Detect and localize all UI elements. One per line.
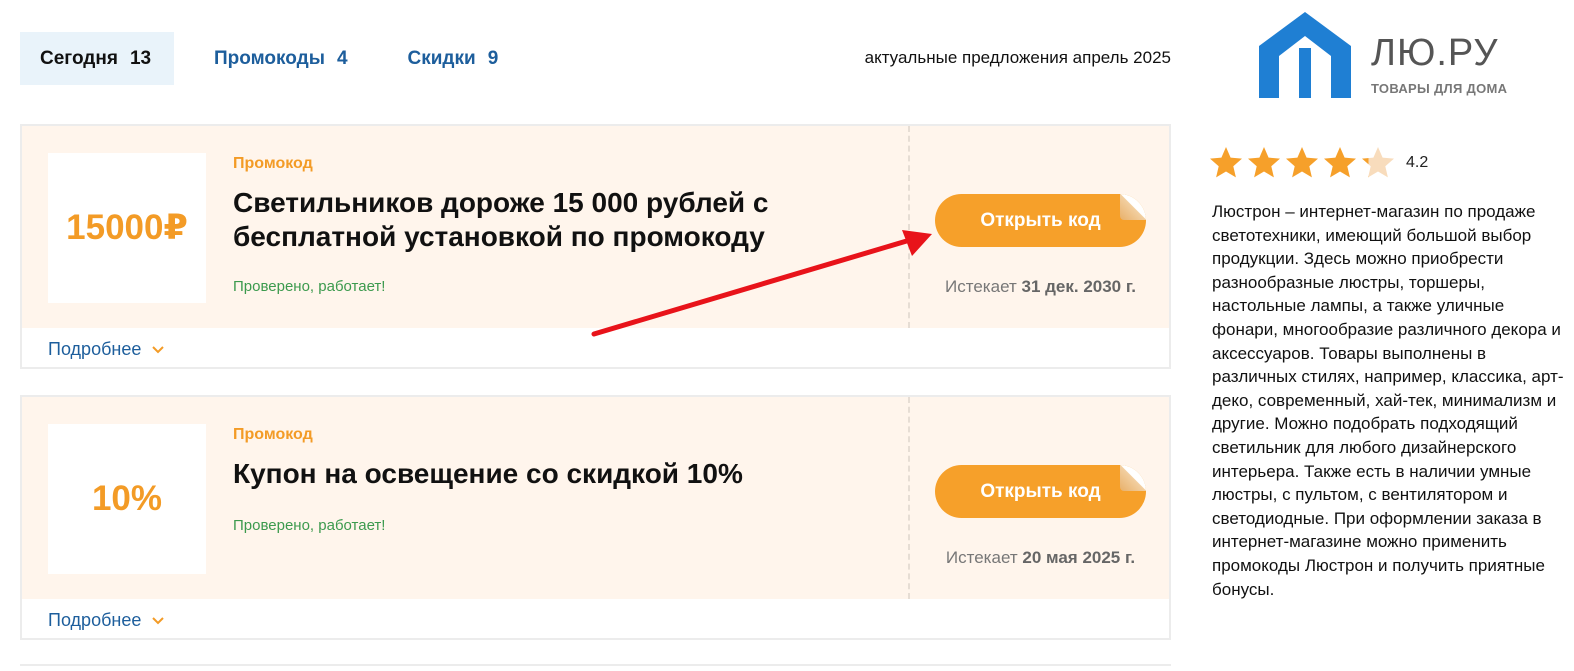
coupon-title[interactable]: Купон на освещение со скидкой 10% (233, 457, 873, 491)
tab-discounts-label: Скидки (407, 47, 476, 69)
open-code-button[interactable]: Открыть код (935, 194, 1146, 247)
rating-value: 4.2 (1406, 154, 1429, 171)
logo-name: ЛЮ.РУ (1371, 32, 1499, 74)
tab-today[interactable]: Сегодня 13 (20, 32, 174, 85)
tab-today-label: Сегодня (40, 47, 118, 69)
coupon-verified: Проверено, работает! (233, 278, 386, 295)
star-icon (1210, 147, 1242, 178)
star-icon (1248, 147, 1280, 178)
coupon-value: 10% (48, 424, 206, 574)
offers-subtitle: актуальные предложения апрель 2025 (864, 48, 1171, 67)
store-description: Люстрон – интернет-магазин по продаже св… (1212, 202, 1564, 599)
tab-today-count: 13 (129, 47, 152, 69)
more-details-label: Подробнее (48, 610, 142, 630)
expiry-date: 31 дек. 2030 г. (1021, 277, 1136, 296)
logo-tagline: ТОВАРЫ ДЛЯ ДОМА (1371, 81, 1508, 96)
tab-promocodes[interactable]: Промокоды 4 (194, 32, 368, 85)
chevron-down-icon (152, 345, 165, 353)
open-code-label: Открыть код (980, 209, 1101, 231)
tab-discounts[interactable]: Скидки 9 (388, 32, 519, 85)
coupon-value: 15000₽ (48, 153, 206, 303)
open-code-button[interactable]: Открыть код (935, 465, 1146, 518)
star-icon (1324, 147, 1356, 178)
expiry-prefix: Истекает (945, 277, 1017, 296)
coupon-divider (908, 397, 910, 599)
button-corner-fold (1120, 194, 1146, 220)
coupon-card: 15000₽ Промокод Светильников дороже 15 0… (20, 124, 1171, 369)
coupon-card: 10% Промокод Купон на освещение со скидк… (20, 395, 1171, 640)
star-icon (1362, 147, 1394, 178)
star-icon (1286, 147, 1318, 178)
rating-stars (1208, 145, 1398, 181)
open-code-label: Открыть код (980, 480, 1101, 502)
coupon-type: Промокод (233, 426, 313, 443)
coupon-verified: Проверено, работает! (233, 517, 386, 534)
more-details-label: Подробнее (48, 339, 142, 359)
filter-tabs: Сегодня 13 Промокоды 4 Скидки 9 (20, 32, 518, 85)
coupon-title[interactable]: Светильников дороже 15 000 рублей с бесп… (233, 186, 873, 254)
coupon-divider (908, 126, 910, 328)
button-corner-fold (1120, 465, 1146, 491)
tab-promocodes-label: Промокоды (214, 47, 325, 69)
store-rating: 4.2 (1208, 145, 1428, 181)
tab-promocodes-count: 4 (336, 47, 348, 69)
coupon-type: Промокод (233, 155, 313, 172)
coupon-expiry: Истекает 31 дек. 2030 г. (908, 277, 1173, 297)
chevron-down-icon (152, 616, 165, 624)
house-logo-icon (1259, 12, 1351, 98)
more-details-link[interactable]: Подробнее (48, 339, 165, 360)
coupon-card-partial (20, 664, 1171, 671)
expiry-prefix: Истекает (945, 548, 1018, 567)
tab-discounts-count: 9 (487, 47, 499, 69)
store-logo[interactable]: ЛЮ.РУ ТОВАРЫ ДЛЯ ДОМА (1255, 8, 1525, 103)
coupon-expiry: Истекает 20 мая 2025 г. (908, 548, 1173, 568)
expiry-date: 20 мая 2025 г. (1022, 548, 1136, 567)
more-details-link[interactable]: Подробнее (48, 610, 165, 631)
